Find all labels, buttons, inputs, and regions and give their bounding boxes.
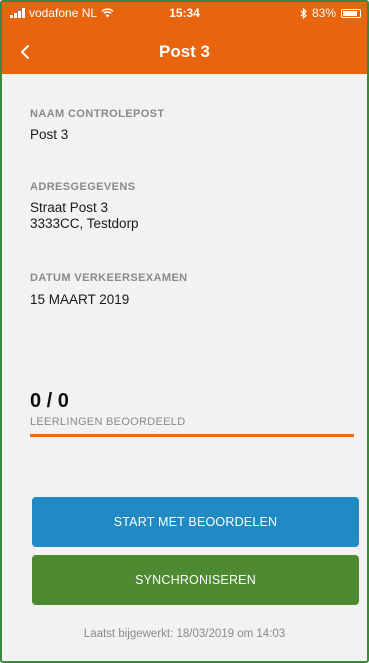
battery-icon	[341, 8, 361, 18]
adres-line2: 3333CC, Testdorp	[30, 216, 139, 231]
datum-value: 15 MAART 2019	[30, 292, 130, 307]
progress-bar	[30, 434, 354, 437]
adres-label: ADRESGEGEVENS	[30, 181, 136, 193]
assessed-label: LEERLINGEN BEOORDEELD	[30, 416, 186, 428]
page-title: Post 3	[158, 42, 211, 61]
header-bar: vodafone NL 15:34 83% Post 3	[2, 2, 367, 74]
bluetooth-icon	[300, 7, 307, 19]
datum-label: DATUM VERKEERSEXAMEN	[30, 272, 188, 284]
nav-bar: Post 3	[2, 32, 367, 72]
assessed-count: 0 / 0	[30, 390, 69, 412]
synchronize-button[interactable]: SYNCHRONISEREN	[32, 555, 359, 605]
app-screen: vodafone NL 15:34 83% Post 3 NAAM CONTRO…	[0, 0, 369, 663]
battery-percent: 83%	[311, 6, 336, 20]
last-updated-text: Laatst bijgewerkt: 18/03/2019 om 14:03	[83, 628, 286, 640]
adres-line1: Straat Post 3	[30, 200, 109, 215]
start-assessment-button[interactable]: START MET BEOORDELEN	[32, 497, 359, 547]
naam-value: Post 3	[30, 127, 69, 142]
battery-group: 83%	[300, 2, 361, 24]
naam-label: NAAM CONTROLEPOST	[30, 108, 165, 120]
status-bar: vodafone NL 15:34 83%	[2, 2, 367, 24]
